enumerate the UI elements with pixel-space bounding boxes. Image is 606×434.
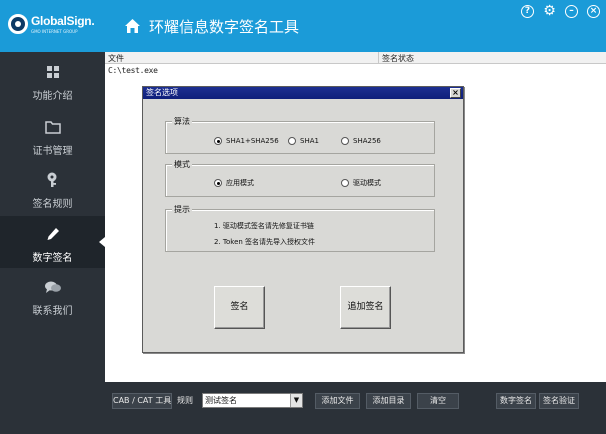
sidebar-item-label: 功能介绍	[32, 91, 73, 102]
dialog-close-button[interactable]: ×	[450, 88, 461, 98]
add-directory-button[interactable]: 添加目录	[366, 393, 411, 409]
app-title: 环耀信息数字签名工具	[149, 17, 300, 36]
radio-dot[interactable]	[214, 179, 222, 187]
digital-sign-button[interactable]: 数字签名	[496, 393, 536, 409]
mode-group: 模式 应用模式 驱动模式	[165, 159, 435, 197]
rule-select-value: 测试签名	[205, 396, 237, 405]
app-title-bar: 环耀信息数字签名工具	[124, 15, 299, 37]
radio-sha1-sha256[interactable]: SHA1+SHA256	[214, 137, 279, 145]
folder-icon	[44, 121, 61, 134]
top-bar: GlobalSign. GMO INTERNET GROUP 环耀信息数字签名工…	[0, 0, 606, 52]
radio-dot[interactable]	[214, 137, 222, 145]
window-controls: ? ⚙ – ×	[521, 4, 600, 18]
gear-icon[interactable]: ⚙	[543, 4, 556, 18]
radio-dot[interactable]	[341, 179, 349, 187]
radio-sha256[interactable]: SHA256	[341, 137, 381, 145]
radio-label: SHA1	[300, 137, 319, 145]
pen-icon	[47, 228, 59, 240]
minimize-icon[interactable]: –	[565, 5, 578, 18]
table-row[interactable]: C:\test.exe	[108, 66, 158, 75]
sidebar-item-label: 数字签名	[32, 253, 73, 264]
sidebar-item-rules[interactable]: 签名规则	[0, 162, 105, 214]
radio-dot[interactable]	[288, 137, 296, 145]
tip-line: 2. Token 签名请先导入授权文件	[214, 238, 316, 246]
dialog-title: 签名选项	[143, 87, 463, 99]
home-icon[interactable]	[124, 18, 141, 34]
radio-label: 驱动模式	[353, 179, 381, 187]
sidebar-item-digital-sign[interactable]: 数字签名	[0, 216, 105, 268]
sidebar-item-contact[interactable]: 联系我们	[0, 269, 105, 321]
sidebar-item-label: 联系我们	[32, 306, 73, 317]
radio-sha1[interactable]: SHA1	[288, 137, 319, 145]
mode-group-title: 模式	[172, 159, 192, 170]
help-icon[interactable]: ?	[521, 5, 534, 18]
column-header-file[interactable]: 文件	[108, 53, 124, 64]
sidebar-item-intro[interactable]: 功能介绍	[0, 54, 105, 106]
radio-driver-mode[interactable]: 驱动模式	[341, 178, 381, 188]
append-sign-button[interactable]: 追加签名	[340, 286, 391, 329]
sign-options-dialog: 签名选项 × 算法 SHA1+SHA256 SHA1 SHA256 模式 应用模…	[142, 86, 464, 353]
tip-line: 1. 驱动模式签名请先修复证书链	[214, 222, 314, 230]
column-header-status[interactable]: 签名状态	[382, 53, 414, 64]
file-list-header: 文件 签名状态	[105, 52, 606, 64]
column-divider[interactable]	[378, 52, 379, 64]
close-icon[interactable]: ×	[587, 5, 600, 18]
grid-icon	[46, 66, 59, 78]
verify-signature-button[interactable]: 签名验证	[539, 393, 579, 409]
bottom-toolbar: CAB / CAT 工具 规则 测试签名 ▼ 添加文件 添加目录 清空 数字签名…	[0, 382, 606, 434]
cab-cat-tool-button[interactable]: CAB / CAT 工具	[112, 393, 172, 409]
key-icon	[47, 172, 56, 187]
globalsign-logo-icon	[8, 14, 28, 34]
chevron-down-icon[interactable]: ▼	[290, 394, 302, 407]
radio-label: 应用模式	[226, 179, 254, 187]
tips-group-title: 提示	[172, 204, 192, 215]
rule-select[interactable]: 测试签名 ▼	[202, 393, 303, 408]
tips-group: 提示 1. 驱动模式签名请先修复证书链 2. Token 签名请先导入授权文件	[165, 204, 435, 252]
clear-button[interactable]: 清空	[417, 393, 459, 409]
sidebar-item-label: 证书管理	[32, 146, 73, 157]
sidebar: 功能介绍 证书管理 签名规则 数字签名 联系我们	[0, 52, 105, 382]
rule-label: 规则	[177, 396, 193, 405]
brand-tagline: GMO INTERNET GROUP	[31, 29, 78, 34]
algorithm-group-title: 算法	[172, 116, 192, 127]
brand-name: GlobalSign.	[31, 14, 95, 28]
chat-icon	[44, 281, 61, 293]
sidebar-item-certificates[interactable]: 证书管理	[0, 109, 105, 161]
radio-dot[interactable]	[341, 137, 349, 145]
sidebar-item-label: 签名规则	[32, 199, 73, 210]
radio-label: SHA1+SHA256	[226, 137, 279, 145]
radio-label: SHA256	[353, 137, 381, 145]
add-file-button[interactable]: 添加文件	[315, 393, 360, 409]
sign-button[interactable]: 签名	[214, 286, 265, 329]
brand-logo: GlobalSign. GMO INTERNET GROUP	[0, 0, 105, 52]
algorithm-group: 算法 SHA1+SHA256 SHA1 SHA256	[165, 116, 435, 154]
radio-app-mode[interactable]: 应用模式	[214, 178, 254, 188]
